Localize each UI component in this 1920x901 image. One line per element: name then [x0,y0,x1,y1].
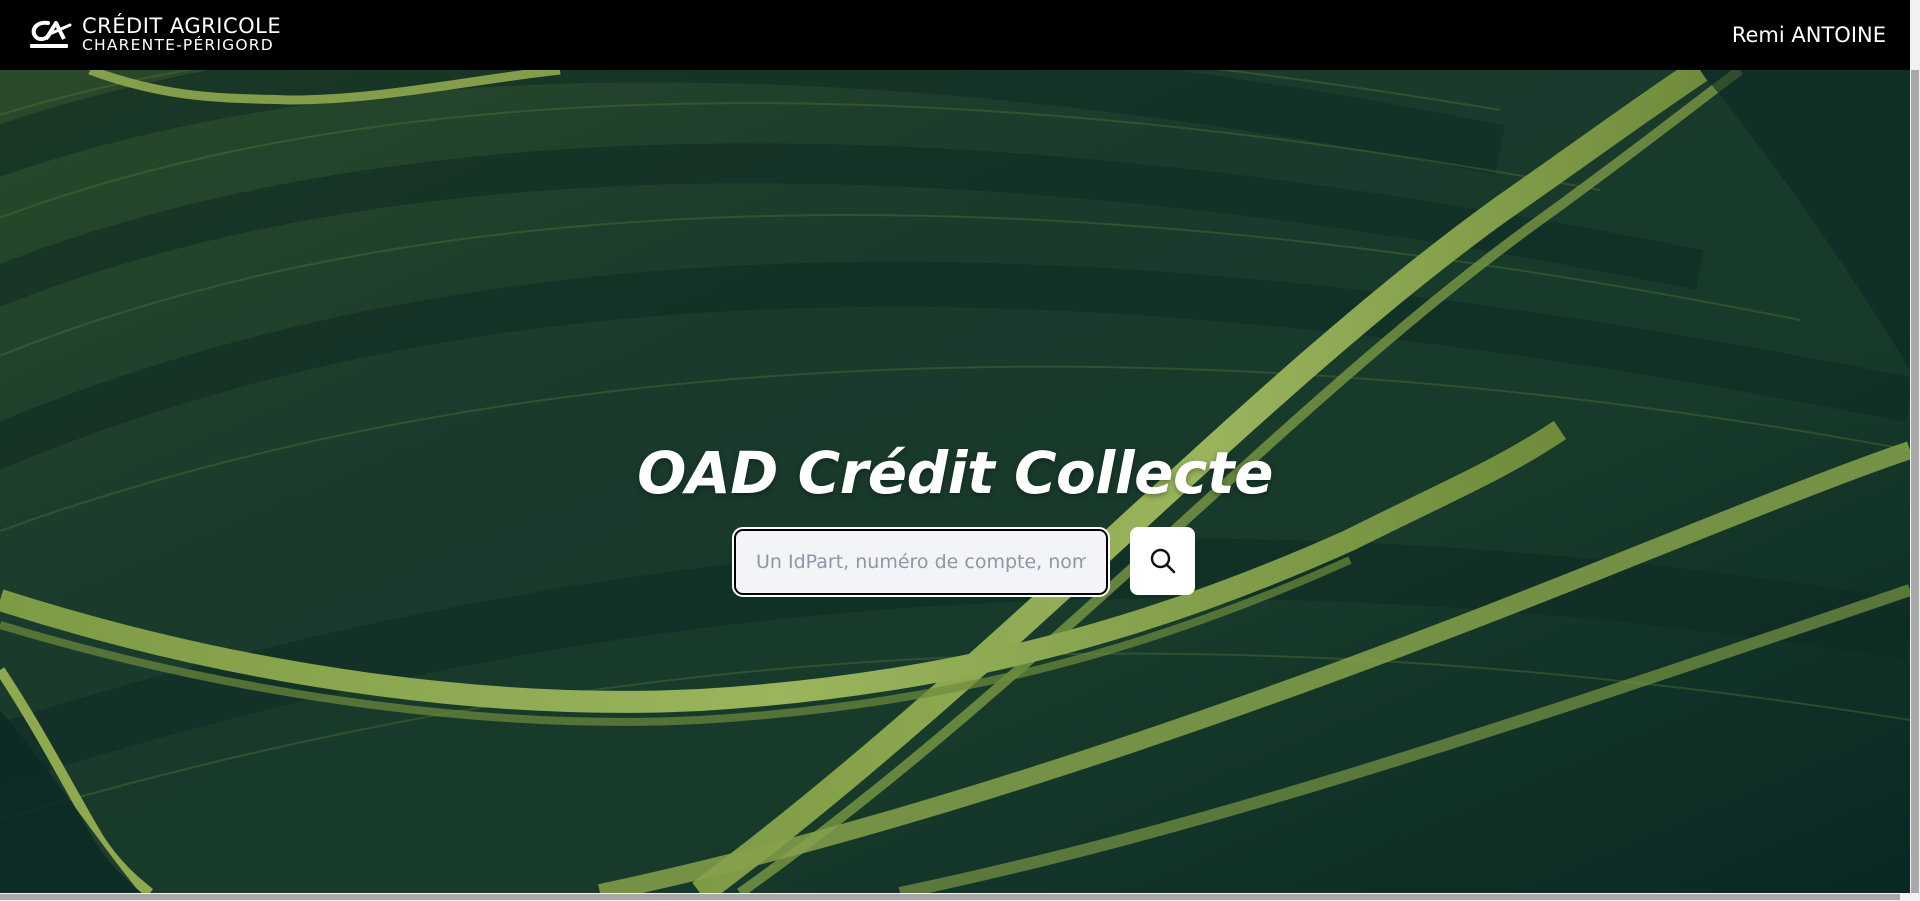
page-title: OAD Crédit Collecte [637,438,1273,507]
brand-name-line1: CRÉDIT AGRICOLE [82,14,282,39]
top-bar: CRÉDIT AGRICOLE CHARENTE-PÉRIGORD Remi A… [0,0,1910,70]
brand-logo-link[interactable]: CRÉDIT AGRICOLE CHARENTE-PÉRIGORD [28,16,281,54]
user-name[interactable]: Remi ANTOINE [1732,23,1886,47]
brand-name-line2: CHARENTE-PÉRIGORD [82,36,274,55]
credit-agricole-logo-icon [30,20,72,48]
vertical-scrollbar[interactable] [1910,0,1920,893]
search-icon [1150,548,1175,574]
horizontal-scrollbar-thumb[interactable] [0,894,1900,900]
hero-section: OAD Crédit Collecte [0,70,1910,893]
vertical-scrollbar-thumb[interactable] [1911,70,1919,893]
search-input[interactable] [732,527,1110,597]
horizontal-scrollbar[interactable] [0,893,1920,901]
brand-name: CRÉDIT AGRICOLE CHARENTE-PÉRIGORD [82,16,281,54]
search-button[interactable] [1130,527,1195,595]
app-viewport: CRÉDIT AGRICOLE CHARENTE-PÉRIGORD Remi A… [0,0,1910,893]
